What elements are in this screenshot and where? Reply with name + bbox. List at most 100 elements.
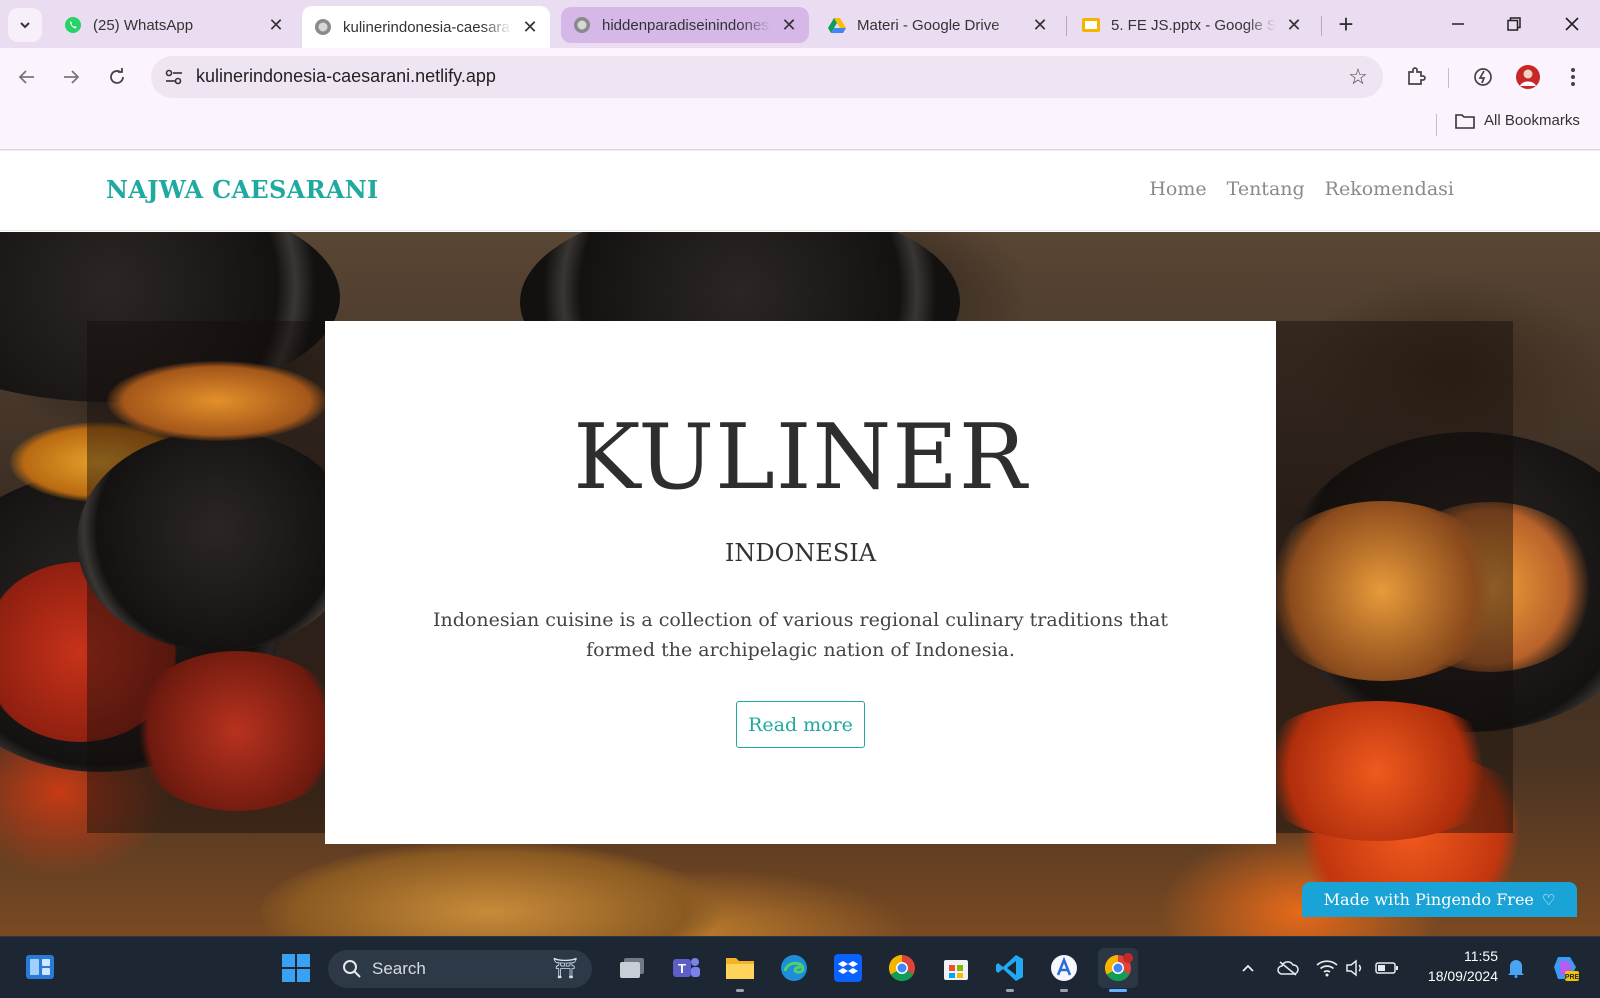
new-tab-button[interactable]: + <box>1332 8 1360 39</box>
widgets-icon[interactable] <box>24 951 56 983</box>
more-vertical-icon <box>1571 68 1575 86</box>
chevron-up-icon <box>1242 964 1254 972</box>
taskbar-chrome-profile[interactable] <box>1098 948 1138 992</box>
extensions-button[interactable] <box>1400 61 1432 93</box>
close-icon[interactable]: ✕ <box>1030 15 1050 35</box>
pingendo-logo-icon: ♡ <box>1541 890 1556 909</box>
restore-button[interactable] <box>1494 8 1534 40</box>
arrow-left-icon <box>18 70 34 84</box>
taskbar-store[interactable] <box>936 948 976 988</box>
browser-toolbar: kulinerindonesia-caesarani.netlify.app ☆ <box>0 48 1600 106</box>
taskbar-chrome[interactable] <box>882 948 922 988</box>
teams-icon: T <box>673 958 700 977</box>
all-bookmarks-label: All Bookmarks <box>1484 112 1580 129</box>
hero-card: KULINER INDONESIA Indonesian cuisine is … <box>325 321 1276 844</box>
site-info-icon[interactable] <box>161 64 187 90</box>
taskbar-search[interactable]: Search ⛩ <box>328 950 592 988</box>
site-navbar: NAJWA CAESARANI Home Tentang Rekomendasi <box>0 151 1600 231</box>
address-bar[interactable]: kulinerindonesia-caesarani.netlify.app ☆ <box>151 56 1383 98</box>
google-slides-icon <box>1082 16 1100 34</box>
bookmark-star-icon[interactable]: ☆ <box>1345 64 1371 90</box>
nav-link-rekomendasi[interactable]: Rekomendasi <box>1325 178 1454 200</box>
tab-google-slides[interactable]: 5. FE JS.pptx - Google Slides ✕ <box>1070 7 1314 43</box>
bookmarks-divider <box>1436 114 1437 136</box>
search-placeholder: Search <box>372 959 426 978</box>
background-pan <box>77 431 357 651</box>
restore-icon <box>1507 17 1521 31</box>
all-bookmarks-button[interactable]: All Bookmarks <box>1455 112 1580 129</box>
tab-hiddenparadise[interactable]: hiddenparadiseinindonesia ✕ <box>561 7 809 43</box>
nav-link-home[interactable]: Home <box>1149 178 1206 200</box>
store-icon <box>944 960 968 980</box>
tab-title: kulinerindonesia-caesarani.netlify.app <box>343 18 512 36</box>
plus-icon: + <box>1338 8 1354 39</box>
url-text[interactable]: kulinerindonesia-caesarani.netlify.app <box>196 66 496 87</box>
search-icon <box>343 960 361 978</box>
tray-overflow-button[interactable] <box>1235 955 1261 981</box>
taskbar-edge[interactable] <box>774 948 814 988</box>
avatar-icon <box>1516 65 1540 89</box>
forward-button[interactable] <box>54 60 88 94</box>
close-icon[interactable]: ✕ <box>520 17 540 37</box>
tab-whatsapp[interactable]: (25) WhatsApp ✕ <box>52 7 296 43</box>
tab-strip: (25) WhatsApp ✕ kulinerindonesia-caesara… <box>0 0 1600 48</box>
running-indicator <box>1060 989 1068 992</box>
tab-search-button[interactable] <box>8 8 42 42</box>
minimize-button[interactable] <box>1438 8 1478 40</box>
battery-tray[interactable] <box>1374 955 1400 981</box>
globe-icon <box>314 18 332 36</box>
tab-title: 5. FE JS.pptx - Google Slides <box>1111 16 1276 34</box>
tab-title: (25) WhatsApp <box>93 16 194 34</box>
site-brand[interactable]: NAJWA CAESARANI <box>106 175 379 204</box>
profile-avatar[interactable] <box>1512 61 1544 93</box>
performance-button[interactable] <box>1467 61 1499 93</box>
tab-google-drive[interactable]: Materi - Google Drive ✕ <box>816 7 1060 43</box>
search-highlight-icon: ⛩ <box>552 958 578 980</box>
speedometer-icon <box>1474 68 1492 86</box>
vscode-icon <box>996 955 1023 981</box>
chrome-icon <box>888 954 915 982</box>
google-drive-icon <box>828 16 846 34</box>
close-icon <box>1565 17 1579 31</box>
task-view-button[interactable] <box>612 948 652 988</box>
close-window-button[interactable] <box>1552 8 1592 40</box>
background-food <box>1247 701 1507 841</box>
back-button[interactable] <box>10 60 44 94</box>
nav-link-tentang[interactable]: Tentang <box>1227 178 1305 200</box>
wifi-tray[interactable] <box>1314 955 1340 981</box>
notifications-button[interactable] <box>1503 955 1529 981</box>
taskbar-vscode[interactable] <box>990 948 1030 992</box>
taskbar-file-explorer[interactable] <box>720 948 760 992</box>
taskbar-app[interactable] <box>1044 948 1084 992</box>
volume-tray[interactable] <box>1342 955 1368 981</box>
running-indicator <box>1006 989 1014 992</box>
puzzle-icon <box>1408 67 1426 85</box>
reload-icon <box>110 68 124 84</box>
close-icon[interactable]: ✕ <box>779 15 799 35</box>
pingendo-label: Made with Pingendo Free <box>1323 890 1534 909</box>
read-more-button[interactable]: Read more <box>736 701 865 748</box>
taskbar-teams[interactable]: T <box>666 948 706 988</box>
copilot-button[interactable]: PRE <box>1548 951 1582 985</box>
taskbar-dropbox[interactable] <box>828 948 868 988</box>
background-food <box>260 842 720 936</box>
site-nav-links: Home Tentang Rekomendasi <box>1149 178 1454 200</box>
whatsapp-icon <box>64 16 82 34</box>
tab-divider <box>1321 16 1322 36</box>
close-icon[interactable]: ✕ <box>266 15 286 35</box>
hero-title: KULINER <box>573 405 1028 510</box>
chevron-down-icon <box>20 22 30 29</box>
close-icon[interactable]: ✕ <box>1284 15 1304 35</box>
arrow-right-icon <box>64 70 80 84</box>
menu-button[interactable] <box>1557 61 1589 93</box>
task-view-icon <box>620 958 644 978</box>
taskbar-clock[interactable]: 11:55 18/09/2024 <box>1412 946 1498 986</box>
onedrive-tray[interactable] <box>1275 955 1301 981</box>
cloud-off-icon <box>1277 961 1299 976</box>
pingendo-badge[interactable]: Made with Pingendo Free ♡ <box>1302 882 1577 917</box>
tab-kuliner[interactable]: kulinerindonesia-caesarani.netlify.app ✕ <box>302 6 550 48</box>
app-icon <box>1051 955 1077 981</box>
reload-button[interactable] <box>100 60 134 94</box>
start-button[interactable] <box>276 948 316 988</box>
background-food <box>107 361 327 441</box>
